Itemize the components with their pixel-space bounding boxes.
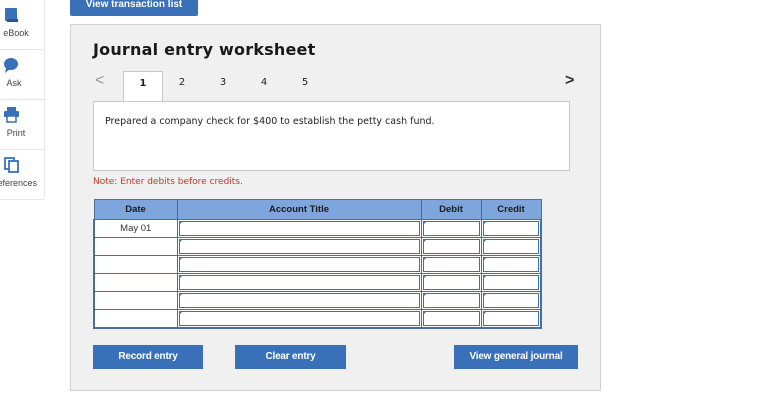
- table-row: May 01: [93, 219, 542, 238]
- credit-cell[interactable]: [480, 237, 542, 256]
- date-cell[interactable]: [93, 291, 178, 310]
- account-title-input[interactable]: [178, 293, 420, 308]
- debit-input[interactable]: [422, 239, 480, 254]
- credit-input[interactable]: [482, 275, 539, 290]
- credit-cell[interactable]: [480, 219, 542, 238]
- account-title-input[interactable]: [178, 239, 420, 254]
- journal-table: Date Account Title Debit Credit May 01: [93, 199, 542, 329]
- debit-cell[interactable]: [420, 255, 482, 274]
- table-row: [93, 273, 542, 292]
- account-title-cell[interactable]: [176, 219, 422, 238]
- chat-bubble-icon: [4, 58, 18, 73]
- clear-entry-button[interactable]: Clear entry: [235, 345, 346, 369]
- date-cell[interactable]: [93, 309, 178, 329]
- next-arrow-icon[interactable]: >: [565, 72, 574, 90]
- credit-input[interactable]: [482, 221, 539, 236]
- debit-cell[interactable]: [420, 219, 482, 238]
- debit-input[interactable]: [422, 275, 480, 290]
- tab-3[interactable]: 3: [203, 71, 243, 102]
- debit-input[interactable]: [422, 311, 480, 326]
- column-header-debit: Debit: [420, 199, 482, 220]
- sidebar-item-label: Ask: [6, 78, 22, 88]
- credit-cell[interactable]: [480, 291, 542, 310]
- tab-2[interactable]: 2: [162, 71, 202, 102]
- sidebar-item-label: Print: [6, 128, 26, 138]
- account-title-cell[interactable]: [176, 309, 422, 329]
- table-row: [93, 309, 542, 329]
- column-header-account-title: Account Title: [176, 199, 422, 220]
- view-transaction-list-button[interactable]: View transaction list: [70, 0, 198, 16]
- sidebar-item-ask[interactable]: Ask: [0, 50, 45, 100]
- debit-credit-note: Note: Enter debits before credits.: [93, 177, 243, 187]
- sidebar-item-label: References: [0, 178, 38, 188]
- tab-5[interactable]: 5: [285, 71, 325, 102]
- account-title-cell[interactable]: [176, 273, 422, 292]
- column-header-credit: Credit: [480, 199, 542, 220]
- view-general-journal-button[interactable]: View general journal: [454, 345, 578, 369]
- credit-input[interactable]: [482, 257, 539, 272]
- credit-input[interactable]: [482, 293, 539, 308]
- prev-arrow-icon[interactable]: <: [95, 72, 104, 90]
- account-title-cell[interactable]: [176, 291, 422, 310]
- table-row: [93, 291, 542, 310]
- credit-input[interactable]: [482, 311, 539, 326]
- credit-cell[interactable]: [480, 273, 542, 292]
- account-title-cell[interactable]: [176, 237, 422, 256]
- sidebar-item-references[interactable]: References: [0, 150, 45, 200]
- debit-input[interactable]: [422, 257, 480, 272]
- transaction-description: Prepared a company check for $400 to est…: [105, 116, 435, 127]
- table-row: [93, 237, 542, 256]
- account-title-cell[interactable]: [176, 255, 422, 274]
- column-header-date: Date: [93, 199, 178, 220]
- credit-cell[interactable]: [480, 309, 542, 329]
- debit-cell[interactable]: [420, 309, 482, 329]
- date-cell: May 01: [93, 219, 178, 238]
- sidebar-item-print[interactable]: Print: [0, 100, 45, 150]
- sidebar-item-label: eBook: [3, 28, 29, 38]
- credit-cell[interactable]: [480, 255, 542, 274]
- credit-input[interactable]: [482, 239, 539, 254]
- account-title-input[interactable]: [178, 257, 420, 272]
- account-title-input[interactable]: [178, 275, 420, 290]
- tab-4[interactable]: 4: [244, 71, 284, 102]
- table-row: [93, 255, 542, 274]
- printer-icon: [4, 107, 19, 123]
- tab-1[interactable]: 1: [123, 71, 163, 103]
- date-cell[interactable]: [93, 273, 178, 292]
- left-sidebar: eBook Ask Print References: [0, 0, 45, 200]
- date-cell[interactable]: [93, 255, 178, 274]
- transaction-description-box: Prepared a company check for $400 to est…: [93, 101, 570, 171]
- worksheet-title: Journal entry worksheet: [93, 40, 316, 59]
- date-cell[interactable]: [93, 237, 178, 256]
- copy-icon: [4, 157, 19, 173]
- account-title-input[interactable]: [178, 311, 420, 326]
- debit-input[interactable]: [422, 293, 480, 308]
- debit-cell[interactable]: [420, 291, 482, 310]
- book-icon: [5, 8, 18, 22]
- debit-cell[interactable]: [420, 237, 482, 256]
- account-title-input[interactable]: [178, 221, 420, 236]
- record-entry-button[interactable]: Record entry: [93, 345, 203, 369]
- journal-entry-worksheet-panel: Journal entry worksheet < 1 2 3 4 5 > Pr…: [70, 24, 601, 391]
- sidebar-item-ebook[interactable]: eBook: [0, 0, 45, 50]
- debit-input[interactable]: [422, 221, 480, 236]
- debit-cell[interactable]: [420, 273, 482, 292]
